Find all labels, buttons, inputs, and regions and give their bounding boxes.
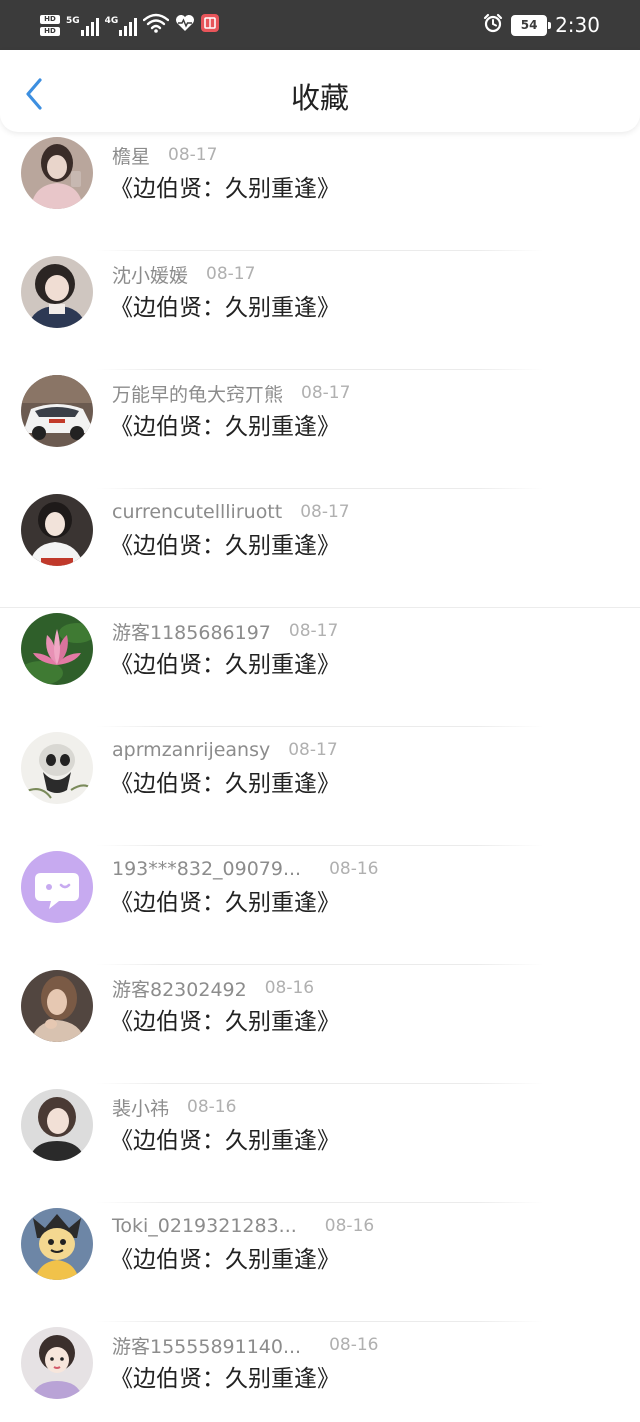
- user-name[interactable]: 檐星: [112, 142, 150, 169]
- net-label-4g: 4G: [104, 16, 119, 26]
- item-meta: 万能早的龟大窍丌熊 08-17: [112, 380, 351, 407]
- user-name[interactable]: 游客82302492: [112, 975, 247, 1002]
- list-item[interactable]: 游客15555891140... 08-16 《边伯贤：久别重逢》: [0, 1322, 640, 1422]
- list-item[interactable]: 游客82302492 08-16 《边伯贤：久别重逢》: [0, 965, 640, 1084]
- user-name[interactable]: 裴小祎: [112, 1094, 169, 1121]
- work-title[interactable]: 《边伯贤：久别重逢》: [110, 410, 340, 444]
- avatar[interactable]: [21, 256, 93, 328]
- signal-icon: [80, 18, 99, 36]
- list-item[interactable]: Toki_0219321283... 08-16 《边伯贤：久别重逢》: [0, 1203, 640, 1322]
- item-date: 08-17: [168, 145, 218, 165]
- item-meta: currencutellliruott 08-17: [112, 500, 350, 524]
- user-name[interactable]: 游客1185686197: [112, 618, 271, 645]
- item-meta: 游客15555891140... 08-16: [112, 1332, 379, 1359]
- user-name[interactable]: 游客15555891140...: [112, 1332, 301, 1359]
- header-bar: 收藏: [0, 50, 640, 132]
- avatar[interactable]: [21, 137, 93, 209]
- work-title[interactable]: 《边伯贤：久别重逢》: [110, 1005, 340, 1039]
- work-title[interactable]: 《边伯贤：久别重逢》: [110, 172, 340, 206]
- signal-4g: 4G: [105, 14, 138, 36]
- app-notification-icon: [201, 14, 220, 36]
- avatar[interactable]: [21, 1208, 93, 1280]
- signal-5g: 5G: [66, 14, 99, 36]
- net-label-5g: 5G: [66, 16, 80, 26]
- item-meta: 沈小媛媛 08-17: [112, 261, 256, 288]
- avatar[interactable]: [21, 375, 93, 447]
- item-date: 08-16: [324, 1216, 375, 1236]
- item-meta: 裴小祎 08-16: [112, 1094, 237, 1121]
- item-date: 08-16: [187, 1097, 237, 1117]
- hd-bottom-icon: HD: [40, 26, 60, 36]
- status-right: 54 2:30: [483, 10, 600, 40]
- battery-icon: 54: [511, 14, 552, 36]
- work-title[interactable]: 《边伯贤：久别重逢》: [110, 767, 340, 801]
- item-date: 08-17: [301, 383, 351, 403]
- item-meta: 游客1185686197 08-17: [112, 618, 339, 645]
- avatar[interactable]: [21, 613, 93, 685]
- user-name[interactable]: aprmzanrijeansy: [112, 739, 270, 761]
- item-date: 08-17: [300, 502, 350, 522]
- work-title[interactable]: 《边伯贤：久别重逢》: [110, 1124, 340, 1158]
- work-title[interactable]: 《边伯贤：久别重逢》: [110, 1362, 340, 1396]
- clock: 2:30: [555, 13, 600, 37]
- work-title[interactable]: 《边伯贤：久别重逢》: [110, 529, 340, 563]
- list-item[interactable]: 游客1185686197 08-17 《边伯贤：久别重逢》: [0, 608, 640, 727]
- list-item[interactable]: aprmzanrijeansy 08-17 《边伯贤：久别重逢》: [0, 727, 640, 846]
- item-meta: 游客82302492 08-16: [112, 975, 315, 1002]
- avatar[interactable]: [21, 1327, 93, 1399]
- item-meta: Toki_0219321283... 08-16: [112, 1214, 374, 1238]
- avatar[interactable]: [21, 494, 93, 566]
- list-item[interactable]: 万能早的龟大窍丌熊 08-17 《边伯贤：久别重逢》: [0, 370, 640, 489]
- avatar[interactable]: [21, 970, 93, 1042]
- user-name[interactable]: 万能早的龟大窍丌熊: [112, 380, 283, 407]
- user-name[interactable]: 沈小媛媛: [112, 261, 188, 288]
- work-title[interactable]: 《边伯贤：久别重逢》: [110, 648, 340, 682]
- list-item[interactable]: 檐星 08-17 《边伯贤：久别重逢》: [0, 132, 640, 251]
- user-name[interactable]: Toki_0219321283...: [112, 1215, 297, 1237]
- wifi-icon: [143, 13, 170, 37]
- user-name[interactable]: 193***832_09079...: [112, 858, 301, 880]
- item-meta: 193***832_09079... 08-16: [112, 857, 379, 881]
- alarm-icon: [483, 13, 503, 37]
- list-item[interactable]: 裴小祎 08-16 《边伯贤：久别重逢》: [0, 1084, 640, 1203]
- status-left: HD HD 5G 4G: [40, 10, 220, 40]
- work-title[interactable]: 《边伯贤：久别重逢》: [110, 886, 340, 920]
- work-title[interactable]: 《边伯贤：久别重逢》: [110, 291, 340, 325]
- item-date: 08-16: [264, 978, 315, 998]
- hd-indicator: HD HD: [40, 14, 60, 36]
- item-meta: aprmzanrijeansy 08-17: [112, 738, 338, 762]
- item-date: 08-16: [329, 859, 379, 879]
- list-item[interactable]: currencutellliruott 08-17 《边伯贤：久别重逢》: [0, 489, 640, 608]
- list-item[interactable]: 193***832_09079... 08-16 《边伯贤：久别重逢》: [0, 846, 640, 965]
- item-date: 08-17: [288, 621, 339, 641]
- avatar[interactable]: [21, 851, 93, 923]
- hd-top-icon: HD: [40, 14, 60, 24]
- signal-icon: [119, 18, 138, 36]
- list-item[interactable]: 沈小媛媛 08-17 《边伯贤：久别重逢》: [0, 251, 640, 370]
- status-bar: HD HD 5G 4G 54 2:30: [0, 0, 640, 50]
- item-meta: 檐星 08-17: [112, 142, 218, 169]
- heart-icon: [175, 14, 195, 36]
- page-title: 收藏: [290, 81, 349, 115]
- user-name[interactable]: currencutellliruott: [112, 501, 282, 523]
- avatar[interactable]: [21, 1089, 93, 1161]
- work-title[interactable]: 《边伯贤：久别重逢》: [110, 1243, 340, 1277]
- favorites-list: 檐星 08-17 《边伯贤：久别重逢》 沈小媛媛 08-17 《边伯贤：久别重逢…: [0, 132, 640, 1422]
- item-date: 08-16: [329, 1335, 379, 1355]
- item-date: 08-17: [288, 740, 338, 760]
- avatar[interactable]: [21, 732, 93, 804]
- item-date: 08-17: [206, 264, 256, 284]
